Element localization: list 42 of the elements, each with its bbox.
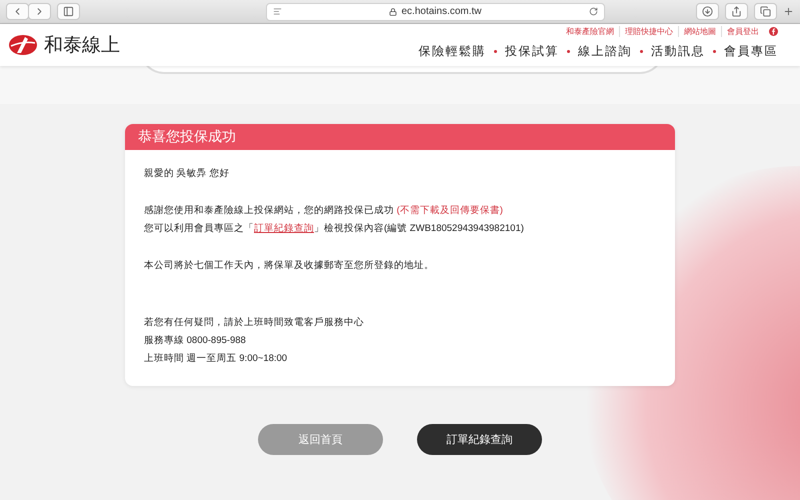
message-line: 若您有任何疑問，請於上班時間致電客戶服務中心 <box>144 317 365 328</box>
top-link[interactable]: 會員登出 <box>721 26 764 37</box>
nav-link[interactable]: 會員專區 <box>724 43 778 60</box>
back-button[interactable] <box>6 3 29 20</box>
brand-name: 和泰線上 <box>44 34 120 58</box>
reader-icon[interactable] <box>273 7 282 16</box>
top-link[interactable]: 理賠快捷中心 <box>619 26 678 37</box>
bullet-icon <box>713 50 716 53</box>
facebook-icon[interactable] <box>769 27 778 36</box>
nav-link[interactable]: 保險輕鬆購 <box>418 43 486 60</box>
message-line: 親愛的 吳敏馵 您好 <box>144 168 230 179</box>
share-button[interactable] <box>725 3 748 20</box>
nav-link[interactable]: 投保試算 <box>505 43 559 60</box>
message-line: 上班時間 週一至周五 9:00~18:00 <box>144 353 288 364</box>
bullet-icon <box>640 50 643 53</box>
sidebar-button[interactable] <box>57 3 80 20</box>
address-bar[interactable]: ec.hotains.com.tw <box>266 2 605 20</box>
card-title: 恭喜您投保成功 <box>125 124 675 150</box>
tabs-button[interactable] <box>754 3 777 20</box>
reload-icon[interactable] <box>589 7 598 16</box>
nav-link[interactable]: 活動訊息 <box>651 43 705 60</box>
nav-link[interactable]: 線上諮詢 <box>578 43 632 60</box>
lock-icon <box>389 8 398 16</box>
message-line: 您可以利用會員專區之「訂單紀錄查詢」檢視投保內容(編號 ZWB18052943943982101) <box>144 223 525 234</box>
share-icon <box>731 6 742 17</box>
message-line: 感謝您使用和泰產險線上投保網站，您的網路投保已成功 (不需下載及回傳要保書) <box>144 205 504 216</box>
url-text: ec.hotains.com.tw <box>401 6 482 17</box>
new-tab-icon[interactable] <box>783 6 794 17</box>
logo-icon <box>8 34 38 56</box>
bullet-icon <box>494 50 497 53</box>
order-query-button[interactable]: 訂單紀錄查詢 <box>417 424 542 455</box>
bullet-icon <box>567 50 570 53</box>
download-icon <box>702 6 713 17</box>
order-link[interactable]: 訂單紀錄查詢 <box>254 223 314 234</box>
sidebar-icon <box>63 6 74 17</box>
message-line: 服務專線 0800-895-988 <box>144 335 247 346</box>
top-link[interactable]: 網站地圖 <box>678 26 721 37</box>
top-link[interactable]: 和泰產險官網 <box>561 26 619 37</box>
download-button[interactable] <box>696 3 719 20</box>
tabs-icon <box>760 6 771 17</box>
forward-button[interactable] <box>28 3 51 20</box>
message-line: 本公司將於七個工作天內，將保單及收據郵寄至您所登錄的地址。 <box>144 260 435 271</box>
